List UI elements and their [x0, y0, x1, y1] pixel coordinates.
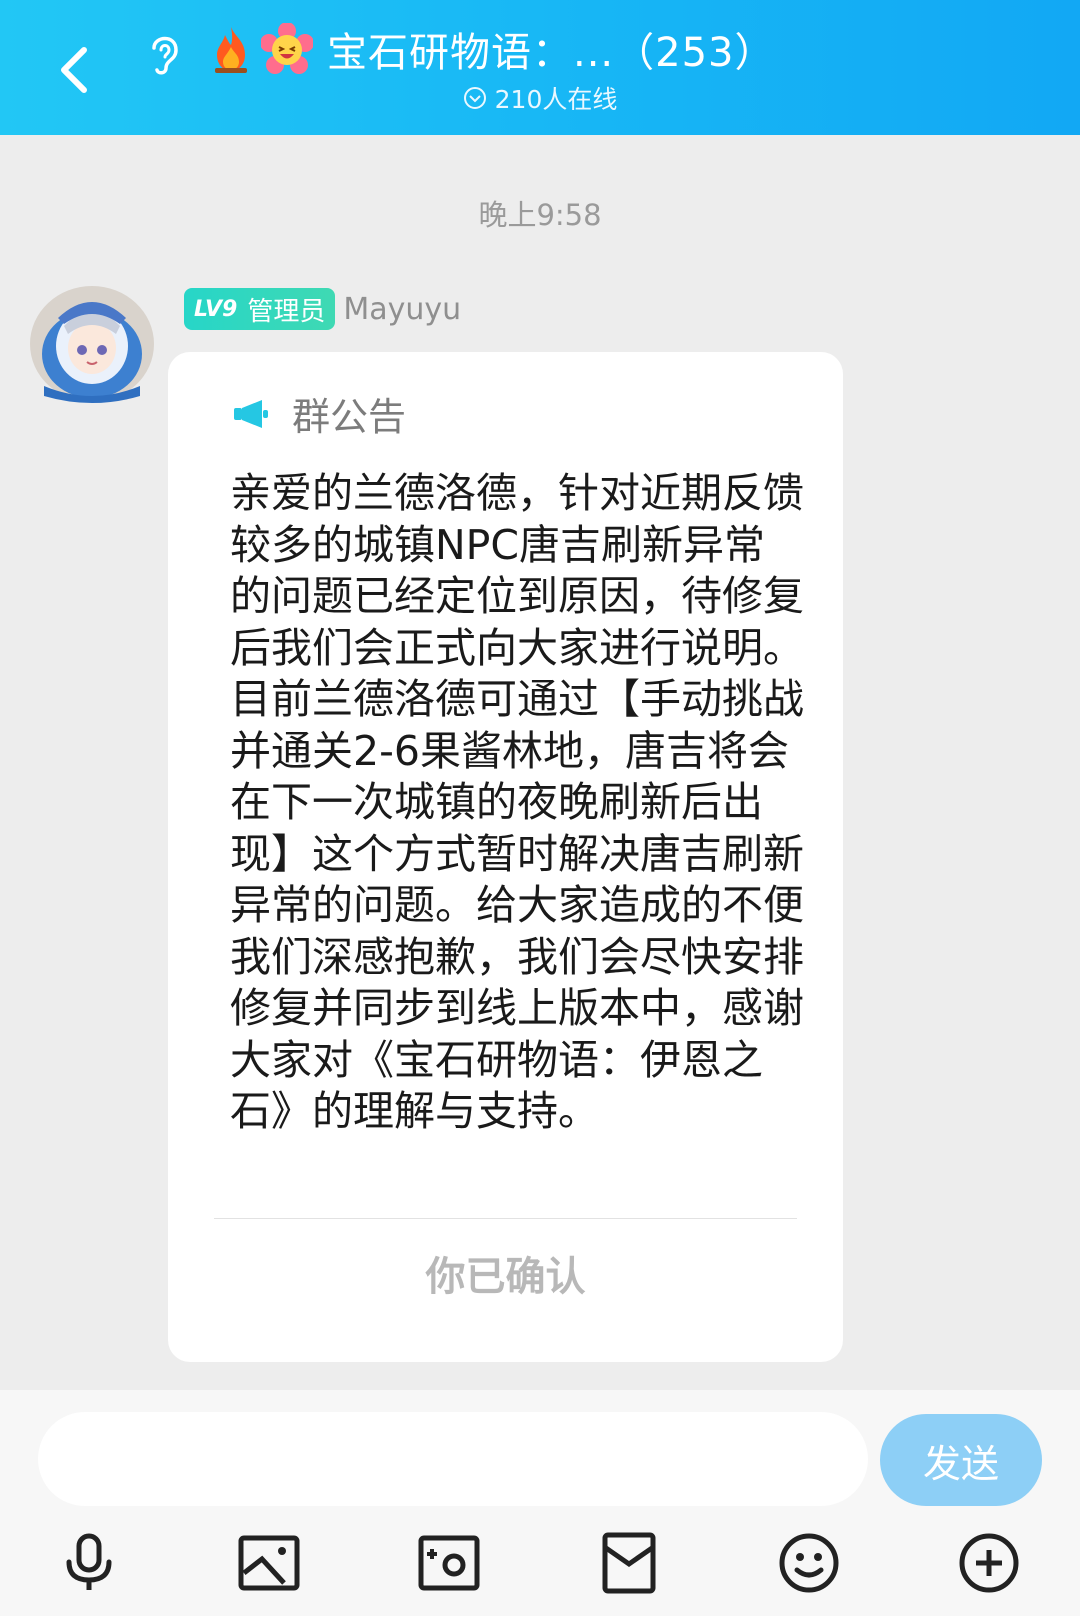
send-button[interactable]: 发送	[880, 1414, 1042, 1506]
ear-icon	[152, 36, 178, 75]
divider	[214, 1218, 797, 1219]
image-icon	[238, 1535, 300, 1591]
group-title: 宝石研物语：...（253）	[327, 30, 776, 76]
online-status[interactable]: 210人在线	[0, 80, 1080, 116]
badge-role: 管理员	[247, 296, 326, 327]
ear-mode-button[interactable]	[138, 26, 192, 80]
announcement-card[interactable]: 群公告 亲爱的兰德洛德，针对近期反馈较多的城镇NPC唐吉刷新异常的问题已经定位到…	[168, 352, 843, 1362]
photo-button[interactable]	[234, 1528, 304, 1598]
input-bar: 发送	[0, 1390, 1080, 1616]
confirmed-button[interactable]: 你已确认	[168, 1244, 843, 1302]
megaphone-icon	[234, 399, 268, 428]
sender-info: LV9 管理员 Mayuyu	[184, 287, 461, 331]
badge-level: LV9	[194, 296, 238, 322]
flower-face-icon	[261, 23, 313, 74]
group-title-row[interactable]: 宝石研物语：...（253）	[205, 18, 776, 80]
voice-button[interactable]	[54, 1528, 124, 1598]
camera-icon	[418, 1535, 480, 1591]
message-timestamp: 晚上9:58	[478, 198, 602, 232]
announcement-body: 亲爱的兰德洛德，针对近期反馈较多的城镇NPC唐吉刷新异常的问题已经定位到原因，待…	[230, 469, 804, 1135]
chat-header: 宝石研物语：...（253） 210人在线	[0, 0, 1080, 135]
camera-button[interactable]	[414, 1528, 484, 1598]
red-packet-button[interactable]	[594, 1528, 664, 1598]
chevron-down-circle-icon	[463, 87, 486, 109]
emoji-button[interactable]	[774, 1528, 844, 1598]
fire-icon	[215, 27, 247, 73]
announcement-title: 群公告	[292, 395, 407, 439]
red-packet-icon	[602, 1532, 656, 1594]
avatar[interactable]	[24, 276, 160, 406]
microphone-icon	[66, 1533, 112, 1590]
emoji-icon	[779, 1533, 839, 1593]
online-count: 210人在线	[494, 85, 618, 114]
message-input[interactable]	[38, 1412, 868, 1506]
plus-icon	[959, 1533, 1019, 1593]
announcement-header: 群公告	[232, 386, 406, 441]
more-button[interactable]	[954, 1528, 1024, 1598]
sender-name[interactable]: Mayuyu	[343, 292, 461, 327]
admin-badge: LV9 管理员	[184, 288, 336, 330]
